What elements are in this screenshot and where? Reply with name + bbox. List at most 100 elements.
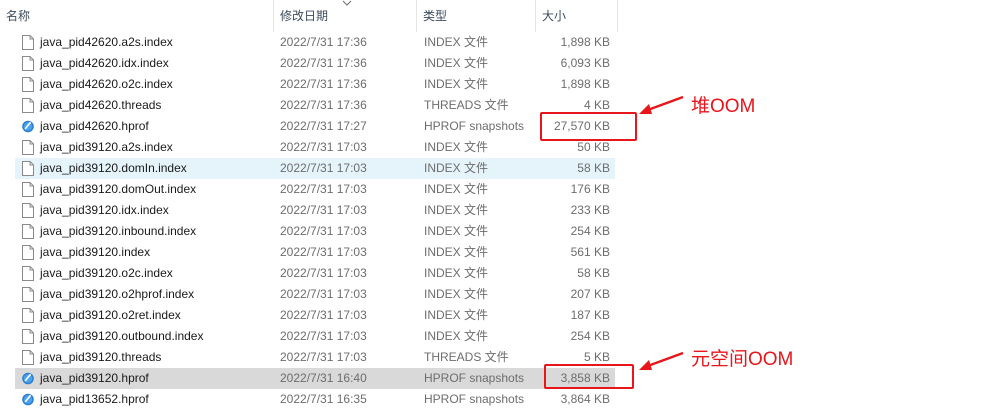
file-size: 254 KB: [570, 329, 610, 343]
file-icon: [22, 35, 34, 50]
file-modified-date: 2022/7/31 17:36: [280, 56, 367, 70]
file-icon: [22, 350, 34, 365]
file-row[interactable]: java_pid39120.threads 2022/7/31 17:03 THRE…: [15, 347, 615, 368]
file-row[interactable]: java_pid39120.idx.index 2022/7/31 17:03 IN…: [15, 200, 615, 221]
file-size: 254 KB: [570, 224, 610, 238]
file-modified-date: 2022/7/31 16:35: [280, 392, 367, 406]
file-modified-date: 2022/7/31 17:03: [280, 329, 367, 343]
file-row[interactable]: java_pid39120.inbound.index 2022/7/31 17:…: [15, 221, 615, 242]
file-icon: [22, 98, 34, 113]
hprof-icon: [22, 120, 34, 133]
file-row[interactable]: java_pid39120.domOut.index 2022/7/31 17:0…: [15, 179, 615, 200]
file-type: INDEX 文件: [424, 140, 489, 154]
file-name: java_pid39120.hprof: [40, 371, 149, 385]
column-divider[interactable]: [617, 0, 618, 32]
file-size: 3,864 KB: [560, 392, 610, 406]
file-icon: [22, 182, 34, 197]
file-type: INDEX 文件: [424, 77, 489, 91]
file-row[interactable]: java_pid39120.outbound.index 2022/7/31 17…: [15, 326, 615, 347]
hprof-icon: [22, 372, 34, 385]
file-icon: [22, 287, 34, 302]
file-size: 561 KB: [570, 245, 610, 259]
file-size: 6,093 KB: [560, 56, 610, 70]
file-type: INDEX 文件: [424, 287, 489, 301]
metaspace-oom-highlight-box: [544, 364, 634, 389]
file-icon: [22, 266, 34, 281]
file-row[interactable]: java_pid42620.o2c.index 2022/7/31 17:36 IN…: [15, 74, 615, 95]
file-size: 207 KB: [570, 287, 610, 301]
file-type: HPROF snapshots: [424, 371, 525, 385]
file-type: HPROF snapshots: [424, 119, 525, 133]
file-type: INDEX 文件: [424, 35, 489, 49]
file-row[interactable]: java_pid42620.idx.index 2022/7/31 17:36 IN…: [15, 53, 615, 74]
file-type: INDEX 文件: [424, 161, 489, 175]
file-name: java_pid39120.inbound.index: [40, 224, 197, 238]
file-row[interactable]: java_pid42620.threads 2022/7/31 17:36 THRE…: [15, 95, 615, 116]
file-name: java_pid39120.idx.index: [40, 203, 169, 217]
column-header: 名称 修改日期 类型 大小: [0, 0, 618, 32]
file-modified-date: 2022/7/31 17:03: [280, 287, 367, 301]
file-modified-date: 2022/7/31 17:03: [280, 140, 367, 154]
file-name: java_pid39120.outbound.index: [40, 329, 204, 343]
file-row[interactable]: java_pid39120.a2s.index 2022/7/31 17:03 IN…: [15, 137, 615, 158]
column-size-label: 大小: [542, 9, 567, 23]
column-name-label: 名称: [6, 9, 31, 23]
file-type: INDEX 文件: [424, 329, 489, 343]
file-size: 58 KB: [577, 266, 610, 280]
file-modified-date: 2022/7/31 17:03: [280, 161, 367, 175]
file-icon: [22, 161, 34, 176]
hprof-icon: [22, 393, 34, 406]
file-row[interactable]: java_pid39120.o2hprof.index 2022/7/31 17:…: [15, 284, 615, 305]
file-type: THREADS 文件: [424, 350, 509, 364]
file-name: java_pid39120.index: [40, 245, 151, 259]
metaspace-oom-arrow-icon: [639, 351, 684, 370]
file-row[interactable]: java_pid13652.hprof 2022/7/31 16:35 HPROF …: [15, 389, 615, 410]
file-row[interactable]: java_pid39120.o2c.index 2022/7/31 17:03 IN…: [15, 263, 615, 284]
file-modified-date: 2022/7/31 17:36: [280, 98, 367, 112]
column-date-label: 修改日期: [280, 9, 329, 23]
file-row[interactable]: java_pid42620.hprof 2022/7/31 17:27 HPROF …: [15, 116, 615, 137]
file-modified-date: 2022/7/31 17:36: [280, 77, 367, 91]
file-icon: [22, 308, 34, 323]
file-modified-date: 2022/7/31 17:03: [280, 308, 367, 322]
file-name: java_pid42620.threads: [40, 98, 162, 112]
file-row[interactable]: java_pid39120.index 2022/7/31 17:03 INDEX …: [15, 242, 615, 263]
file-name: java_pid13652.hprof: [40, 392, 149, 406]
heap-oom-highlight-box: [540, 112, 637, 141]
file-name: java_pid39120.threads: [40, 350, 162, 364]
file-modified-date: 2022/7/31 17:03: [280, 203, 367, 217]
file-icon: [22, 140, 34, 155]
column-size-header[interactable]: 大小: [536, 0, 617, 32]
file-name: java_pid39120.domIn.index: [40, 161, 187, 175]
file-modified-date: 2022/7/31 17:36: [280, 35, 367, 49]
sort-chevron-icon: [342, 0, 352, 6]
file-icon: [22, 224, 34, 239]
file-name: java_pid42620.o2c.index: [40, 77, 173, 91]
file-modified-date: 2022/7/31 17:03: [280, 266, 367, 280]
file-row[interactable]: java_pid39120.domIn.index 2022/7/31 17:03…: [15, 158, 615, 179]
column-name-header[interactable]: 名称: [0, 0, 273, 32]
file-type: INDEX 文件: [424, 224, 489, 238]
metaspace-oom-label: 元空间OOM: [691, 349, 794, 370]
file-modified-date: 2022/7/31 17:03: [280, 224, 367, 238]
file-modified-date: 2022/7/31 17:27: [280, 119, 367, 133]
heap-oom-arrow-icon: [639, 95, 684, 114]
heap-oom-label: 堆OOM: [691, 96, 756, 117]
file-row[interactable]: java_pid39120.hprof 2022/7/31 16:40 HPROF …: [15, 368, 615, 389]
file-type: INDEX 文件: [424, 308, 489, 322]
file-icon: [22, 56, 34, 71]
file-name: java_pid42620.idx.index: [40, 56, 169, 70]
file-name: java_pid42620.hprof: [40, 119, 149, 133]
column-type-header[interactable]: 类型: [417, 0, 535, 32]
file-row[interactable]: java_pid39120.o2ret.index 2022/7/31 17:03…: [15, 305, 615, 326]
file-type: INDEX 文件: [424, 182, 489, 196]
file-row[interactable]: java_pid42620.a2s.index 2022/7/31 17:36 IN…: [15, 32, 615, 53]
file-icon: [22, 77, 34, 92]
file-name: java_pid39120.domOut.index: [40, 182, 197, 196]
file-size: 233 KB: [570, 203, 610, 217]
file-type: HPROF snapshots: [424, 392, 525, 406]
column-type-label: 类型: [423, 9, 448, 23]
file-name: java_pid39120.o2hprof.index: [40, 287, 195, 301]
file-size: 176 KB: [570, 182, 610, 196]
file-type: INDEX 文件: [424, 245, 489, 259]
